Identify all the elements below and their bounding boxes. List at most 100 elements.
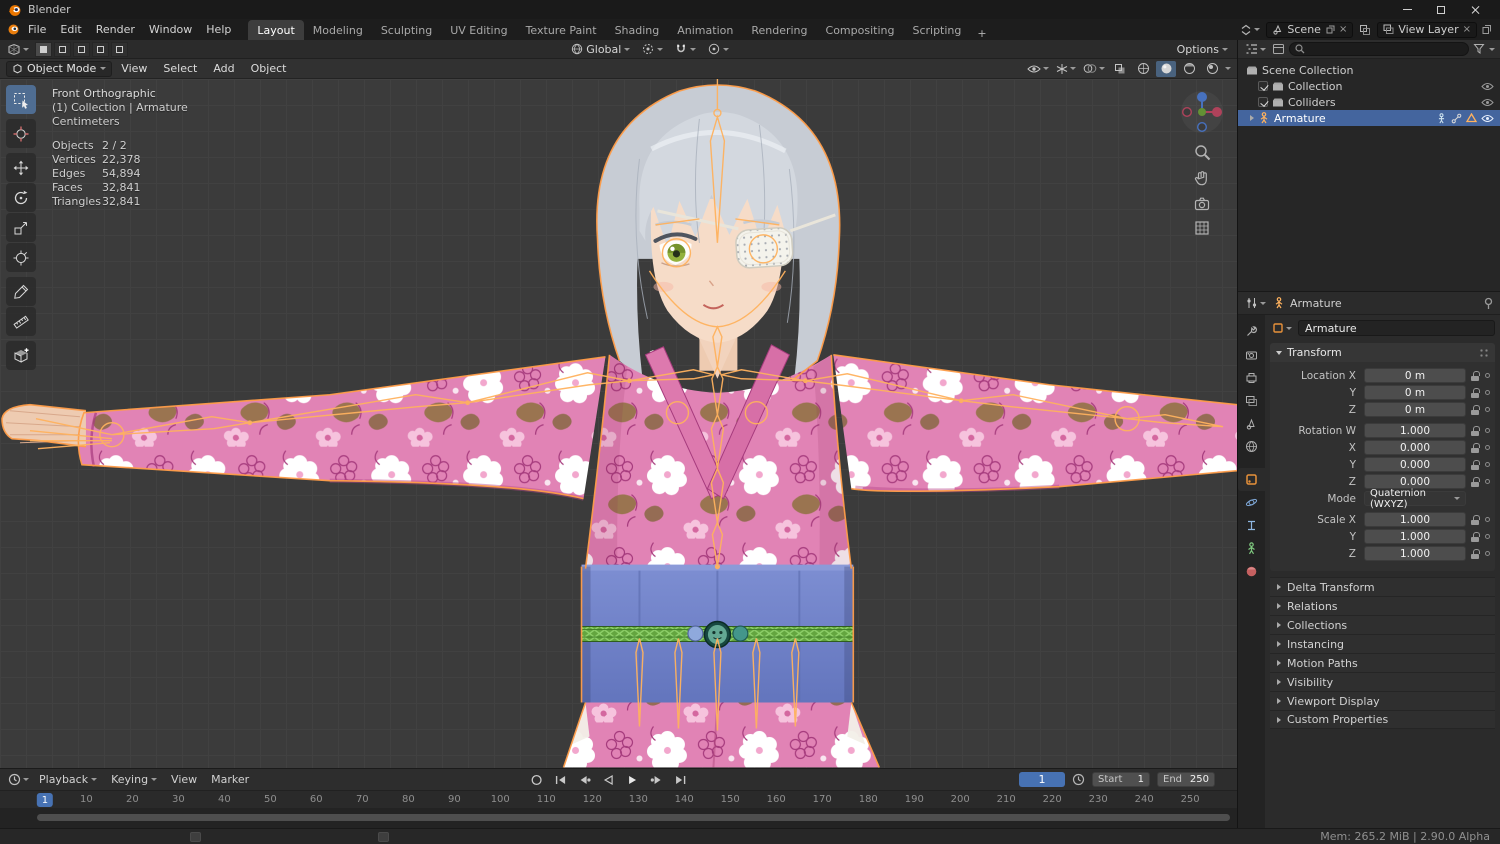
animate-dot-icon[interactable] (1485, 534, 1490, 539)
tab-rendering[interactable]: Rendering (742, 20, 816, 40)
panel-delta-transform[interactable]: Delta Transform (1270, 577, 1495, 596)
visibility-eye-icon[interactable] (1481, 114, 1494, 123)
animate-dot-icon[interactable] (1485, 407, 1490, 412)
unlink-scene-icon[interactable]: × (1339, 24, 1347, 35)
menu-select[interactable]: Select (156, 62, 204, 75)
select-box-tool[interactable] (6, 85, 36, 114)
pivot-point-dropdown[interactable] (638, 43, 667, 55)
proportional-edit-dropdown[interactable] (704, 43, 733, 55)
tab-physics[interactable] (1238, 491, 1265, 514)
menu-window[interactable]: Window (142, 20, 199, 40)
ortho-grid-icon[interactable] (1194, 220, 1210, 236)
start-frame-field[interactable]: Start 1 (1092, 772, 1150, 787)
lock-icon[interactable] (1471, 548, 1480, 559)
lock-icon[interactable] (1471, 425, 1480, 436)
view-layer-selector[interactable]: View Layer × (1377, 21, 1477, 38)
tab-view-layer[interactable] (1238, 389, 1265, 412)
select-mode-new-button[interactable] (35, 41, 52, 57)
lock-icon[interactable] (1471, 370, 1480, 381)
timeline-editor-type-button[interactable] (6, 773, 31, 786)
rotation-y-field[interactable]: 0.000 (1364, 457, 1466, 472)
outliner-editor-type-button[interactable] (1243, 43, 1268, 55)
playhead[interactable]: 1 (36, 793, 54, 807)
jump-to-end-button[interactable] (670, 772, 691, 789)
mode-dropdown[interactable]: Object Mode (6, 60, 113, 77)
play-reverse-button[interactable] (598, 772, 619, 789)
panel-custom-properties[interactable]: Custom Properties (1270, 710, 1495, 729)
lock-icon[interactable] (1471, 476, 1480, 487)
rotate-tool[interactable] (6, 183, 36, 212)
animate-dot-icon[interactable] (1485, 479, 1490, 484)
menu-playback[interactable]: Playback (33, 773, 103, 786)
jump-to-start-button[interactable] (550, 772, 571, 789)
tab-data[interactable] (1238, 537, 1265, 560)
tab-compositing[interactable]: Compositing (817, 20, 904, 40)
browse-view-layer-button[interactable] (1357, 24, 1373, 36)
play-button[interactable] (622, 772, 643, 789)
menu-edit[interactable]: Edit (53, 20, 88, 40)
tab-output[interactable] (1238, 366, 1265, 389)
shading-solid-button[interactable] (1156, 60, 1176, 77)
collection-checkbox[interactable] (1258, 97, 1268, 107)
tab-render[interactable] (1238, 343, 1265, 366)
current-frame-field[interactable]: 1 (1019, 772, 1065, 787)
xray-toggle[interactable] (1110, 61, 1130, 77)
visibility-eye-icon[interactable] (1481, 98, 1494, 107)
object-id-button[interactable] (1270, 320, 1294, 336)
menu-render[interactable]: Render (89, 20, 142, 40)
rotation-mode-dropdown[interactable]: Quaternion (WXYZ) (1364, 488, 1466, 510)
select-mode-invert-button[interactable] (92, 41, 109, 57)
zoom-icon[interactable] (1194, 144, 1211, 161)
outliner-row-colliders[interactable]: Colliders (1238, 94, 1500, 110)
tab-scene[interactable] (1238, 412, 1265, 435)
editor-type-button[interactable] (5, 43, 31, 56)
panel-collections[interactable]: Collections (1270, 615, 1495, 634)
pose-icon[interactable] (1436, 112, 1447, 124)
tab-animation[interactable]: Animation (668, 20, 742, 40)
auto-keying-toggle[interactable] (526, 772, 547, 789)
close-button[interactable] (1458, 0, 1492, 19)
measure-tool[interactable] (6, 307, 36, 336)
properties-editor-type-button[interactable] (1244, 297, 1268, 309)
options-dropdown[interactable]: Options (1173, 43, 1232, 56)
select-mode-intersect-button[interactable] (111, 41, 128, 57)
move-tool[interactable] (6, 153, 36, 182)
animate-dot-icon[interactable] (1485, 517, 1490, 522)
app-menu-icon[interactable] (6, 23, 21, 36)
display-mode-icon[interactable] (1272, 43, 1285, 55)
prev-keyframe-button[interactable] (574, 772, 595, 789)
panel-viewport-display[interactable]: Viewport Display (1270, 691, 1495, 710)
timeline-ruler[interactable]: 1 10 20 30 40 50 60 70 80 90 100 110 120… (0, 790, 1237, 808)
panel-visibility[interactable]: Visibility (1270, 672, 1495, 691)
outliner-row-scene-collection[interactable]: Scene Collection (1238, 62, 1500, 78)
location-z-field[interactable]: 0 m (1364, 402, 1466, 417)
scale-x-field[interactable]: 1.000 (1364, 512, 1466, 527)
expand-icon[interactable] (1250, 115, 1254, 121)
tab-world[interactable] (1238, 435, 1265, 458)
panel-instancing[interactable]: Instancing (1270, 634, 1495, 653)
visibility-eye-icon[interactable] (1481, 82, 1494, 91)
end-frame-field[interactable]: End 250 (1157, 772, 1215, 787)
location-x-field[interactable]: 0 m (1364, 368, 1466, 383)
tab-constraints[interactable] (1238, 514, 1265, 537)
rotation-x-field[interactable]: 0.000 (1364, 440, 1466, 455)
menu-marker[interactable]: Marker (205, 773, 255, 786)
outliner-row-collection[interactable]: Collection (1238, 78, 1500, 94)
animate-dot-icon[interactable] (1485, 462, 1490, 467)
menu-add[interactable]: Add (206, 62, 241, 75)
nav-gizmo[interactable] (1179, 89, 1225, 135)
lock-icon[interactable] (1471, 514, 1480, 525)
browse-scene-button[interactable] (1238, 24, 1262, 36)
shading-material-button[interactable] (1179, 61, 1199, 77)
minimize-button[interactable] (1390, 0, 1424, 19)
maximize-button[interactable] (1424, 0, 1458, 19)
tab-modeling[interactable]: Modeling (304, 20, 372, 40)
add-primitive-tool[interactable] (6, 341, 36, 370)
pin-icon[interactable] (1483, 297, 1494, 310)
lock-icon[interactable] (1471, 404, 1480, 415)
tab-scripting[interactable]: Scripting (903, 20, 970, 40)
menu-keying[interactable]: Keying (105, 773, 163, 786)
transform-panel-header[interactable]: Transform (1270, 343, 1495, 362)
lock-icon[interactable] (1471, 387, 1480, 398)
lock-icon[interactable] (1471, 442, 1480, 453)
